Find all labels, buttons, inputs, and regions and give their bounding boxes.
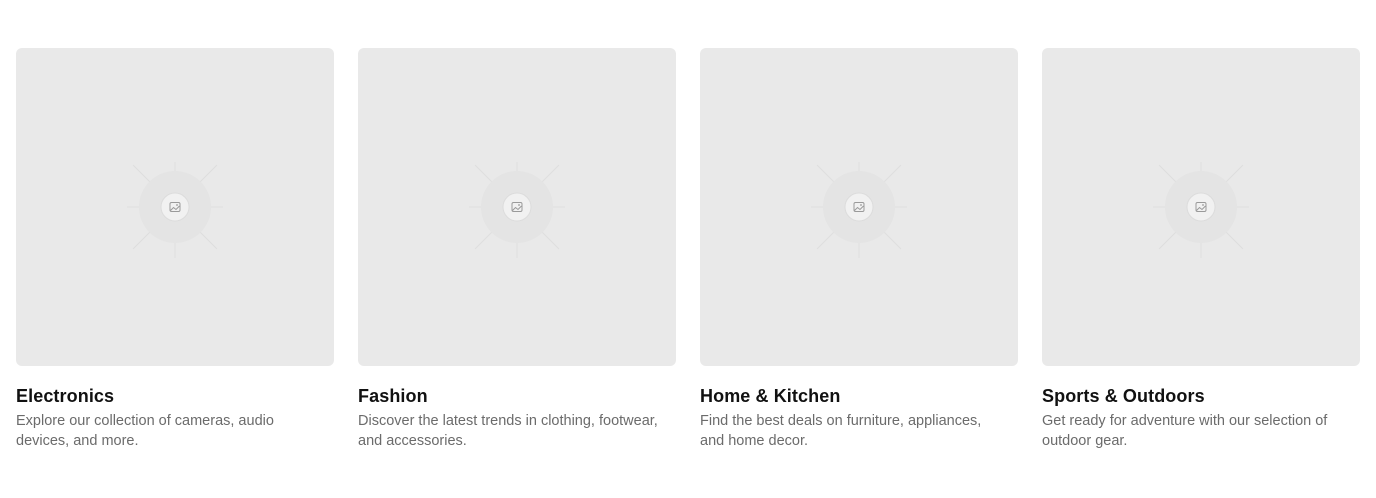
category-card-fashion[interactable]: Fashion Discover the latest trends in cl… [358, 48, 676, 451]
category-description: Explore our collection of cameras, audio… [16, 413, 274, 449]
category-image[interactable] [700, 48, 1018, 366]
category-title[interactable]: Electronics [16, 385, 334, 407]
image-placeholder-icon [127, 162, 223, 258]
image-placeholder-icon [1153, 162, 1249, 258]
category-image[interactable] [1042, 48, 1360, 366]
category-description: Get ready for adventure with our selecti… [1042, 413, 1328, 449]
category-card-electronics[interactable]: Electronics Explore our collection of ca… [16, 48, 334, 451]
image-placeholder-icon [811, 162, 907, 258]
category-image[interactable] [358, 48, 676, 366]
category-grid: Electronics Explore our collection of ca… [16, 48, 1360, 451]
category-title[interactable]: Sports & Outdoors [1042, 385, 1360, 407]
category-image[interactable] [16, 48, 334, 366]
image-placeholder-icon [469, 162, 565, 258]
category-title[interactable]: Fashion [358, 385, 676, 407]
category-description: Discover the latest trends in clothing, … [358, 413, 658, 449]
category-card-home-kitchen[interactable]: Home & Kitchen Find the best deals on fu… [700, 48, 1018, 451]
category-description: Find the best deals on furniture, applia… [700, 413, 982, 449]
category-title[interactable]: Home & Kitchen [700, 385, 1018, 407]
category-card-sports-outdoors[interactable]: Sports & Outdoors Get ready for adventur… [1042, 48, 1360, 451]
